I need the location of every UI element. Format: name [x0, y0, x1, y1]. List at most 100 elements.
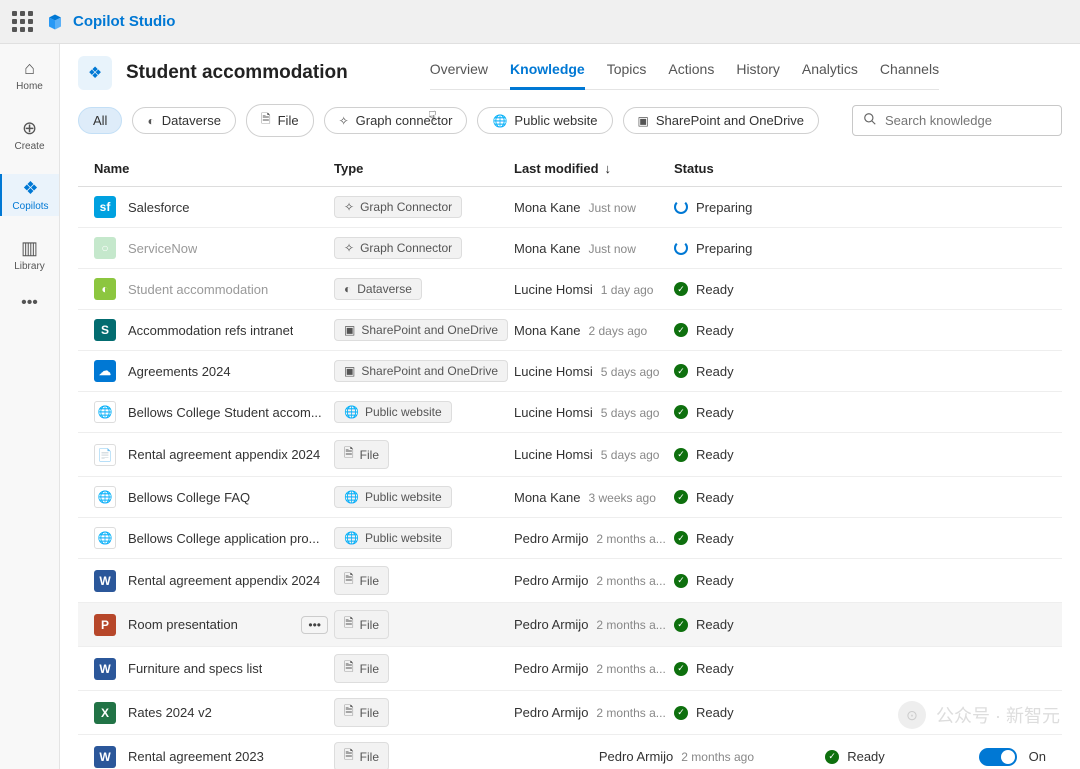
- word-icon: W: [94, 746, 116, 768]
- table-row[interactable]: ☁Agreements 2024▣SharePoint and OneDrive…: [78, 351, 1062, 392]
- table-row[interactable]: 🌐Bellows College Student accom...🌐Public…: [78, 392, 1062, 433]
- filter-sharepoint-and-onedrive[interactable]: ▣SharePoint and OneDrive: [623, 107, 820, 134]
- type-label: Graph Connector: [360, 241, 452, 255]
- nav-more-icon[interactable]: •••: [21, 294, 38, 312]
- file-icon: 🗎: [344, 614, 354, 635]
- brand[interactable]: Copilot Studio: [45, 13, 175, 31]
- modified-when: 5 days ago: [601, 406, 660, 420]
- modified-when: 2 months a...: [596, 618, 665, 632]
- modified-by: Pedro Armijo: [514, 531, 588, 546]
- table-row[interactable]: 🌐Bellows College application pro...🌐Publ…: [78, 518, 1062, 559]
- table-row[interactable]: PRoom presentation•••🗎FilePedro Armijo2 …: [78, 603, 1062, 647]
- filter-label: All: [93, 113, 107, 128]
- tab-channels[interactable]: Channels: [880, 55, 939, 89]
- col-modified[interactable]: Last modified ↓: [514, 161, 674, 176]
- filter-label: Public website: [514, 113, 597, 128]
- type-label: Dataverse: [357, 282, 412, 296]
- nav-library[interactable]: ▥ Library: [0, 234, 59, 276]
- check-icon: ✓: [674, 574, 688, 588]
- modified-when: 1 day ago: [601, 283, 654, 297]
- check-icon: ✓: [674, 405, 688, 419]
- row-name: Salesforce: [128, 200, 189, 215]
- search-input[interactable]: [885, 113, 1061, 128]
- type-label: File: [360, 448, 379, 462]
- search-input-wrapper[interactable]: [852, 105, 1062, 136]
- enabled-toggle[interactable]: [979, 748, 1017, 766]
- servicenow-icon: ○: [94, 237, 116, 259]
- type-chip: 🌐Public website: [334, 401, 452, 423]
- word-icon: W: [94, 570, 116, 592]
- table-row[interactable]: WFurniture and specs list🗎FilePedro Armi…: [78, 647, 1062, 691]
- table-row[interactable]: 🌐Bellows College FAQ🌐Public websiteMona …: [78, 477, 1062, 518]
- globe-icon: 🌐: [94, 486, 116, 508]
- row-name: Rates 2024 v2: [128, 705, 212, 720]
- file-icon: 🗎: [344, 570, 354, 591]
- type-label: File: [360, 662, 379, 676]
- modified-by: Lucine Homsi: [514, 405, 593, 420]
- modified-by: Mona Kane: [514, 241, 581, 256]
- table-row[interactable]: ○ServiceNow✧Graph ConnectorMona KaneJust…: [78, 228, 1062, 269]
- filter-label: File: [278, 113, 299, 128]
- filter-label: Dataverse: [162, 113, 221, 128]
- modified-by: Lucine Homsi: [514, 364, 593, 379]
- copilot-icon: ❖: [22, 178, 38, 199]
- nav-create[interactable]: ⊕ Create: [0, 114, 59, 156]
- nav-copilots[interactable]: ❖ Copilots: [0, 174, 59, 216]
- table-row[interactable]: 📄Rental agreement appendix 2024🗎FileLuci…: [78, 433, 1062, 477]
- tab-actions[interactable]: Actions: [668, 55, 714, 89]
- col-type[interactable]: Type: [334, 161, 514, 176]
- type-chip: ▣ SharePoint and OneDrive: [334, 319, 508, 341]
- modified-by: Mona Kane: [514, 490, 581, 505]
- check-icon: ✓: [825, 750, 839, 764]
- left-nav: ⌂ Home ⊕ Create ❖ Copilots ▥ Library •••: [0, 44, 60, 769]
- modified-when: 2 months ago: [681, 750, 754, 764]
- modified-by: Pedro Armijo: [514, 573, 588, 588]
- type-label: Public website: [365, 490, 442, 504]
- copilot-studio-icon: [45, 13, 65, 31]
- status-text: Ready: [696, 573, 734, 588]
- type-label: SharePoint and OneDrive: [361, 323, 498, 337]
- tab-knowledge[interactable]: Knowledge: [510, 55, 585, 90]
- tab-analytics[interactable]: Analytics: [802, 55, 858, 89]
- table-row[interactable]: sfSalesforce✧Graph ConnectorMona KaneJus…: [78, 187, 1062, 228]
- tab-history[interactable]: History: [736, 55, 780, 89]
- nav-create-label: Create: [14, 141, 44, 152]
- file-icon: 🗎: [344, 444, 354, 465]
- status-text: Ready: [696, 364, 734, 379]
- filter-dataverse[interactable]: ◐ Dataverse: [132, 107, 236, 134]
- tab-topics[interactable]: Topics: [607, 55, 647, 89]
- col-status[interactable]: Status: [674, 161, 1046, 176]
- app-launcher-icon[interactable]: [12, 11, 33, 32]
- row-name: Rental agreement appendix 2024: [128, 573, 320, 588]
- table-row[interactable]: SAccommodation refs intranet▣SharePoint …: [78, 310, 1062, 351]
- sharepoint-icon: ▣: [344, 364, 355, 378]
- sharepoint-icon: ▣: [344, 323, 355, 337]
- copilot-page-icon: ❖: [78, 56, 112, 90]
- table-row[interactable]: WRental agreement 2023🗎FilePedro Armijo2…: [78, 735, 1062, 769]
- file-icon: 🗎: [344, 658, 354, 679]
- table-row[interactable]: XRates 2024 v2🗎FilePedro Armijo2 months …: [78, 691, 1062, 735]
- type-chip: 🗎File: [334, 742, 389, 769]
- row-name: ServiceNow: [128, 241, 197, 256]
- row-name: Bellows College application pro...: [128, 531, 320, 546]
- row-name: Accommodation refs intranet: [128, 323, 293, 338]
- status-text: Ready: [696, 490, 734, 505]
- filter-public-website[interactable]: 🌐Public website: [477, 107, 612, 134]
- filter-graph-connector[interactable]: ✧Graph connector: [324, 107, 468, 134]
- more-icon[interactable]: •••: [301, 616, 328, 634]
- tab-overview[interactable]: Overview: [430, 55, 488, 89]
- table-row[interactable]: ◐Student accommodation◐DataverseLucine H…: [78, 269, 1062, 310]
- col-name[interactable]: Name: [94, 161, 334, 176]
- brand-title: Copilot Studio: [73, 13, 175, 30]
- dataverse-icon: ◐: [147, 114, 154, 128]
- file-icon: 🗎: [344, 746, 354, 767]
- row-name: Rental agreement 2023: [128, 749, 264, 764]
- table-row[interactable]: WRental agreement appendix 2024🗎FilePedr…: [78, 559, 1062, 603]
- row-name: Rental agreement appendix 2024: [128, 447, 320, 462]
- check-icon: ✓: [674, 282, 688, 296]
- filter-all[interactable]: All: [78, 107, 122, 134]
- filter-file[interactable]: 🗎File: [246, 104, 314, 137]
- modified-by: Pedro Armijo: [514, 661, 588, 676]
- nav-home[interactable]: ⌂ Home: [0, 54, 59, 96]
- row-name: Furniture and specs list: [128, 661, 262, 676]
